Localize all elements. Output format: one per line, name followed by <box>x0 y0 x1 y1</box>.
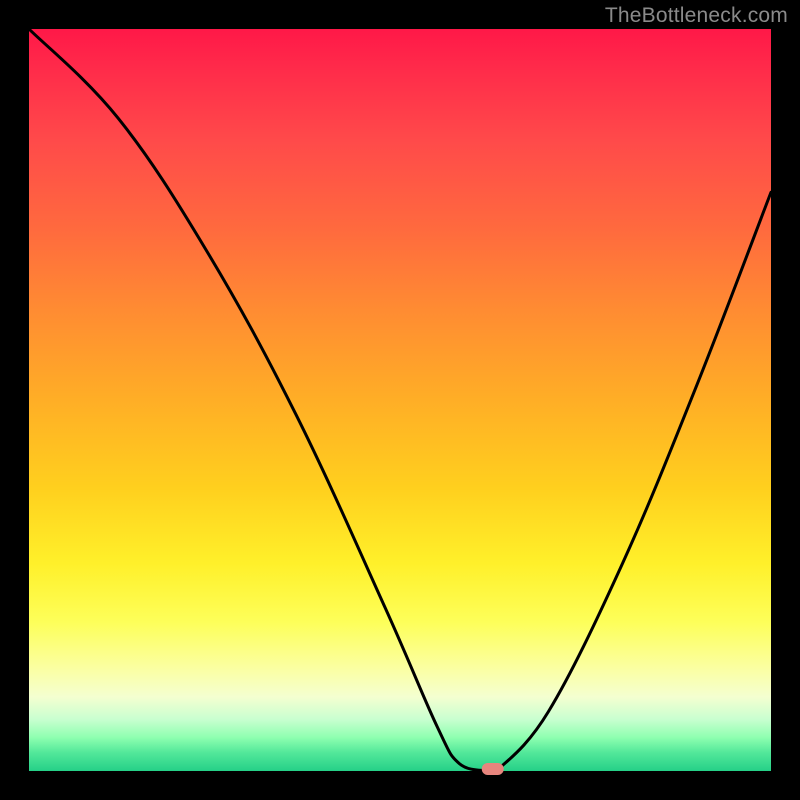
bottleneck-curve <box>29 29 771 776</box>
optimal-marker <box>482 763 504 775</box>
plot-area <box>29 29 771 771</box>
chart-svg <box>29 29 771 771</box>
attribution-label: TheBottleneck.com <box>605 4 788 28</box>
chart-frame: TheBottleneck.com <box>0 0 800 800</box>
